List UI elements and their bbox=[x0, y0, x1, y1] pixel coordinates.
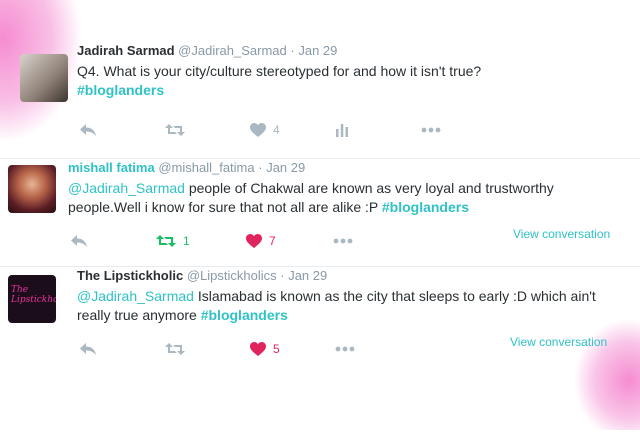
retweet-button[interactable]: 1 bbox=[156, 231, 190, 251]
view-conversation-link[interactable]: View conversation bbox=[510, 335, 607, 349]
reply-button[interactable] bbox=[79, 339, 97, 359]
like-button[interactable]: 4 bbox=[250, 120, 280, 140]
display-name[interactable]: Jadirah Sarmad bbox=[77, 43, 175, 58]
retweet-button[interactable] bbox=[165, 120, 185, 140]
separator: · bbox=[290, 43, 295, 58]
like-count: 7 bbox=[269, 234, 276, 248]
like-count: 5 bbox=[273, 342, 280, 356]
tweet-text: @Jadirah_Sarmad people of Chakwal are kn… bbox=[68, 179, 628, 217]
avatar-logo: TheLipstickholic bbox=[11, 285, 56, 305]
reply-icon bbox=[71, 235, 87, 247]
tweet-actions: 4 bbox=[77, 120, 637, 140]
tweet[interactable]: TheLipstickholic The Lipstickholic @Lips… bbox=[0, 266, 640, 367]
view-conversation-link[interactable]: View conversation bbox=[513, 227, 610, 241]
more-icon bbox=[335, 346, 355, 352]
display-name[interactable]: The Lipstickholic bbox=[77, 268, 183, 283]
more-button[interactable] bbox=[421, 120, 441, 140]
tweet-header: Jadirah Sarmad @Jadirah_Sarmad · Jan 29 bbox=[77, 42, 628, 60]
hashtag-link[interactable]: #bloglanders bbox=[77, 82, 164, 98]
reply-icon bbox=[80, 124, 96, 136]
more-icon bbox=[333, 238, 353, 244]
reply-button[interactable] bbox=[79, 120, 97, 140]
retweet-icon bbox=[165, 343, 185, 355]
mention-link[interactable]: @Jadirah_Sarmad bbox=[77, 288, 194, 304]
tweet-text: @Jadirah_Sarmad Islamabad is known as th… bbox=[77, 287, 628, 325]
timestamp[interactable]: Jan 29 bbox=[288, 268, 327, 283]
tweet-text: Q4. What is your city/culture stereotype… bbox=[77, 62, 628, 100]
handle[interactable]: @Jadirah_Sarmad bbox=[178, 43, 287, 58]
reply-icon bbox=[80, 343, 96, 355]
analytics-button[interactable] bbox=[335, 120, 349, 140]
hashtag-link[interactable]: #bloglanders bbox=[201, 307, 288, 323]
tweet-actions: 5 View conversation bbox=[77, 335, 637, 359]
separator: · bbox=[280, 268, 285, 283]
retweet-icon bbox=[156, 235, 176, 247]
heart-icon bbox=[246, 234, 262, 248]
like-count: 4 bbox=[273, 123, 280, 137]
like-button[interactable]: 5 bbox=[250, 339, 280, 359]
handle[interactable]: @Lipstickholics bbox=[187, 268, 277, 283]
mention-link[interactable]: @Jadirah_Sarmad bbox=[68, 180, 185, 196]
avatar[interactable] bbox=[8, 165, 56, 213]
more-button[interactable] bbox=[333, 231, 353, 251]
separator: · bbox=[258, 160, 263, 175]
tweet[interactable]: mishall fatima @mishall_fatima · Jan 29 … bbox=[0, 158, 640, 267]
more-button[interactable] bbox=[335, 339, 355, 359]
analytics-icon bbox=[336, 124, 348, 137]
retweet-count: 1 bbox=[183, 234, 190, 248]
tweet[interactable]: Jadirah Sarmad @Jadirah_Sarmad · Jan 29 … bbox=[0, 42, 640, 158]
tweet-actions: 1 7 View conversation bbox=[68, 227, 628, 251]
heart-icon bbox=[250, 342, 266, 356]
avatar[interactable] bbox=[20, 54, 68, 102]
like-button[interactable]: 7 bbox=[246, 231, 276, 251]
heart-icon bbox=[250, 123, 266, 137]
retweet-icon bbox=[165, 124, 185, 136]
reply-button[interactable] bbox=[70, 231, 88, 251]
timestamp[interactable]: Jan 29 bbox=[298, 43, 337, 58]
retweet-button[interactable] bbox=[165, 339, 185, 359]
avatar[interactable]: TheLipstickholic bbox=[8, 275, 56, 323]
more-icon bbox=[421, 127, 441, 133]
handle[interactable]: @mishall_fatima bbox=[158, 160, 254, 175]
display-name[interactable]: mishall fatima bbox=[68, 160, 155, 175]
tweet-body: Q4. What is your city/culture stereotype… bbox=[77, 63, 482, 79]
tweet-header: mishall fatima @mishall_fatima · Jan 29 bbox=[68, 159, 628, 177]
tweet-header: The Lipstickholic @Lipstickholics · Jan … bbox=[77, 267, 628, 285]
hashtag-link[interactable]: #bloglanders bbox=[382, 199, 469, 215]
timestamp[interactable]: Jan 29 bbox=[266, 160, 305, 175]
